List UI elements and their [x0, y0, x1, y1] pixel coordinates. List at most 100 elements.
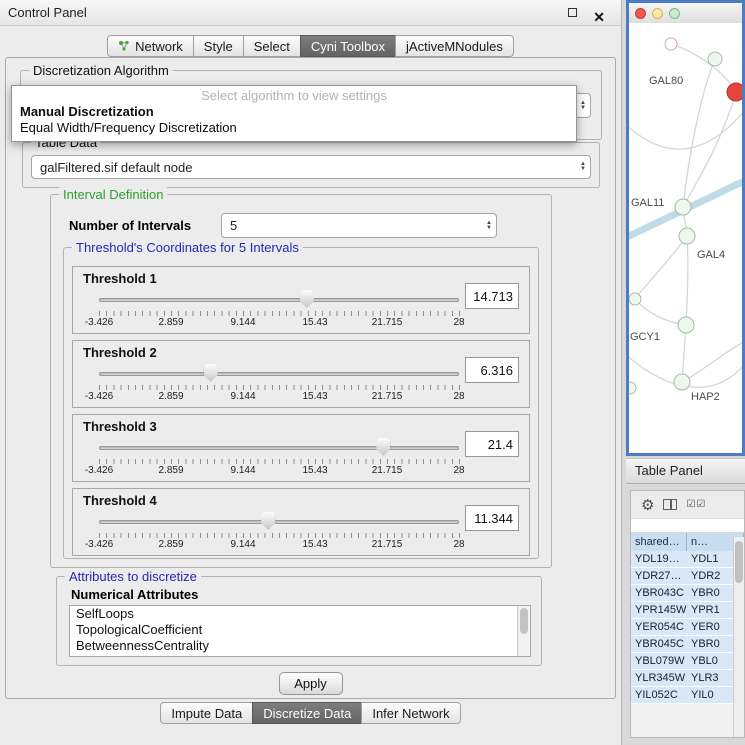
scale-label: -3.426 — [85, 465, 113, 476]
table-scrollbar[interactable] — [733, 537, 744, 737]
threshold-value-field[interactable]: 21.4 — [465, 431, 519, 457]
table-rows: YDL19… YDL1 YDR27… YDR2 YBR043C YBR0 YPR… — [631, 551, 744, 704]
tab-style[interactable]: Style — [193, 35, 244, 57]
table-row[interactable]: YBL079W YBL0 — [631, 653, 744, 670]
tab-network[interactable]: Network — [107, 35, 194, 57]
number-of-intervals-combobox[interactable]: 5 ▲▼ — [221, 213, 497, 238]
network-node[interactable] — [708, 52, 722, 66]
table-toolbar: ⚙ ☑☑ — [631, 491, 744, 519]
tab-impute-data[interactable]: Impute Data — [160, 702, 253, 724]
slider-scale: -3.426 2.859 9.144 15.43 21.715 28 — [99, 317, 459, 329]
slider-track[interactable] — [99, 446, 459, 450]
scrollbar-thumb[interactable] — [735, 541, 743, 583]
selected-network-node[interactable] — [727, 83, 742, 101]
list-scrollbar[interactable] — [517, 606, 530, 656]
dropdown-placeholder: Select algorithm to view settings — [12, 88, 576, 104]
attributes-list[interactable]: SelfLoopsTopologicalCoefficientBetweenne… — [69, 605, 531, 657]
threshold-value-field[interactable]: 6.316 — [465, 357, 519, 383]
titlebar[interactable]: Control Panel ✕ — [0, 0, 621, 26]
tab-label: Infer Network — [372, 706, 449, 721]
slider-thumb[interactable] — [204, 364, 218, 382]
network-node[interactable] — [678, 317, 694, 333]
threshold-value-field[interactable]: 11.344 — [465, 505, 519, 531]
close-traffic-light-icon[interactable] — [635, 8, 646, 19]
tab-select[interactable]: Select — [243, 35, 301, 57]
dropdown-option-manual[interactable]: Manual Discretization — [12, 104, 576, 120]
table-data-combobox[interactable]: galFiltered.sif default node ▲▼ — [31, 155, 591, 179]
scale-label: 28 — [453, 539, 464, 550]
list-item[interactable]: SelfLoops — [70, 606, 530, 622]
scale-label: -3.426 — [85, 317, 113, 328]
network-node[interactable] — [679, 228, 695, 244]
table-row[interactable]: YDL19… YDL1 — [631, 551, 744, 568]
screen: Control Panel ✕ Network Style Select Cyn… — [0, 0, 745, 745]
table-row[interactable]: YER054C YER0 — [631, 619, 744, 636]
tab-infer-network[interactable]: Infer Network — [361, 702, 460, 724]
scale-label: 28 — [453, 465, 464, 476]
scale-label: 28 — [453, 391, 464, 402]
table-row[interactable]: YBR045C YBR0 — [631, 636, 744, 653]
cell-shared-name[interactable]: YPR145W — [631, 602, 687, 618]
slider-track[interactable] — [99, 520, 459, 524]
gear-icon[interactable]: ⚙ — [641, 496, 654, 514]
column-header[interactable]: shared… — [631, 533, 687, 551]
dropdown-option-equal-width[interactable]: Equal Width/Frequency Discretization — [12, 120, 576, 136]
scale-label: 9.144 — [230, 539, 255, 550]
table-panel-header[interactable]: Table Panel — [626, 458, 745, 484]
close-icon[interactable]: ✕ — [593, 4, 605, 30]
minimize-traffic-light-icon[interactable] — [652, 8, 663, 19]
threshold-slider[interactable] — [99, 363, 459, 385]
apply-button[interactable]: Apply — [279, 672, 343, 695]
attributes-group-title: Attributes to discretize — [65, 569, 201, 584]
list-item[interactable]: TopologicalCoefficient — [70, 622, 530, 638]
slider-track[interactable] — [99, 298, 459, 302]
tab-jactivemnodules[interactable]: jActiveMNodules — [395, 35, 514, 57]
network-node[interactable] — [675, 199, 691, 215]
table-formula-bar[interactable] — [631, 519, 744, 533]
columns-icon[interactable] — [663, 499, 677, 510]
bottom-tab-bar: Impute Data Discretize Data Infer Networ… — [0, 702, 621, 724]
slider-thumb[interactable] — [376, 438, 390, 456]
tab-cyni-toolbox[interactable]: Cyni Toolbox — [300, 35, 396, 57]
scrollbar-thumb[interactable] — [520, 608, 528, 634]
slider-thumb[interactable] — [261, 512, 275, 530]
threshold-slider[interactable] — [99, 511, 459, 533]
cell-shared-name[interactable]: YDL19… — [631, 551, 687, 567]
network-node[interactable] — [629, 293, 641, 305]
threshold-value-field[interactable]: 14.713 — [465, 283, 519, 309]
slider-scale: -3.426 2.859 9.144 15.43 21.715 28 — [99, 539, 459, 551]
cell-shared-name[interactable]: YIL052C — [631, 687, 687, 703]
scale-label: 21.715 — [372, 539, 403, 550]
cell-shared-name[interactable]: YBR043C — [631, 585, 687, 601]
zoom-traffic-light-icon[interactable] — [669, 8, 680, 19]
scale-label: 2.859 — [158, 465, 183, 476]
tab-label: Network — [135, 39, 183, 54]
cell-shared-name[interactable]: YBL079W — [631, 653, 687, 669]
table-row[interactable]: YBR043C YBR0 — [631, 585, 744, 602]
threshold-slider[interactable] — [99, 289, 459, 311]
slider-thumb[interactable] — [300, 290, 314, 308]
threshold-slider[interactable] — [99, 437, 459, 459]
network-node[interactable] — [674, 374, 690, 390]
cell-shared-name[interactable]: YDR27… — [631, 568, 687, 584]
float-icon[interactable] — [568, 8, 577, 17]
network-canvas[interactable]: GAL80 GAL11 GAL4 GCY1 HAP2 — [629, 23, 742, 453]
network-node[interactable] — [665, 38, 677, 50]
table-row[interactable]: YDR27… YDR2 — [631, 568, 744, 585]
cell-shared-name[interactable]: YER054C — [631, 619, 687, 635]
scale-label: 15.43 — [302, 465, 327, 476]
slider-track[interactable] — [99, 372, 459, 376]
table-row[interactable]: YIL052C YIL0 — [631, 687, 744, 704]
list-item[interactable]: BetweennessCentrality — [70, 638, 530, 654]
cell-shared-name[interactable]: YLR345W — [631, 670, 687, 686]
checkbox-icons[interactable]: ☑☑ — [686, 499, 706, 510]
network-window-titlebar[interactable] — [629, 3, 742, 23]
node-label: GAL80 — [649, 75, 683, 87]
threshold-panel-3: Threshold 3 -3.426 2.859 9.144 15.43 21.… — [72, 414, 530, 482]
tab-discretize-data[interactable]: Discretize Data — [252, 702, 362, 724]
threshold-label: Threshold 1 — [83, 271, 157, 286]
table-row[interactable]: YPR145W YPR1 — [631, 602, 744, 619]
table-row[interactable]: YLR345W YLR3 — [631, 670, 744, 687]
cell-shared-name[interactable]: YBR045C — [631, 636, 687, 652]
network-node[interactable] — [629, 382, 636, 394]
